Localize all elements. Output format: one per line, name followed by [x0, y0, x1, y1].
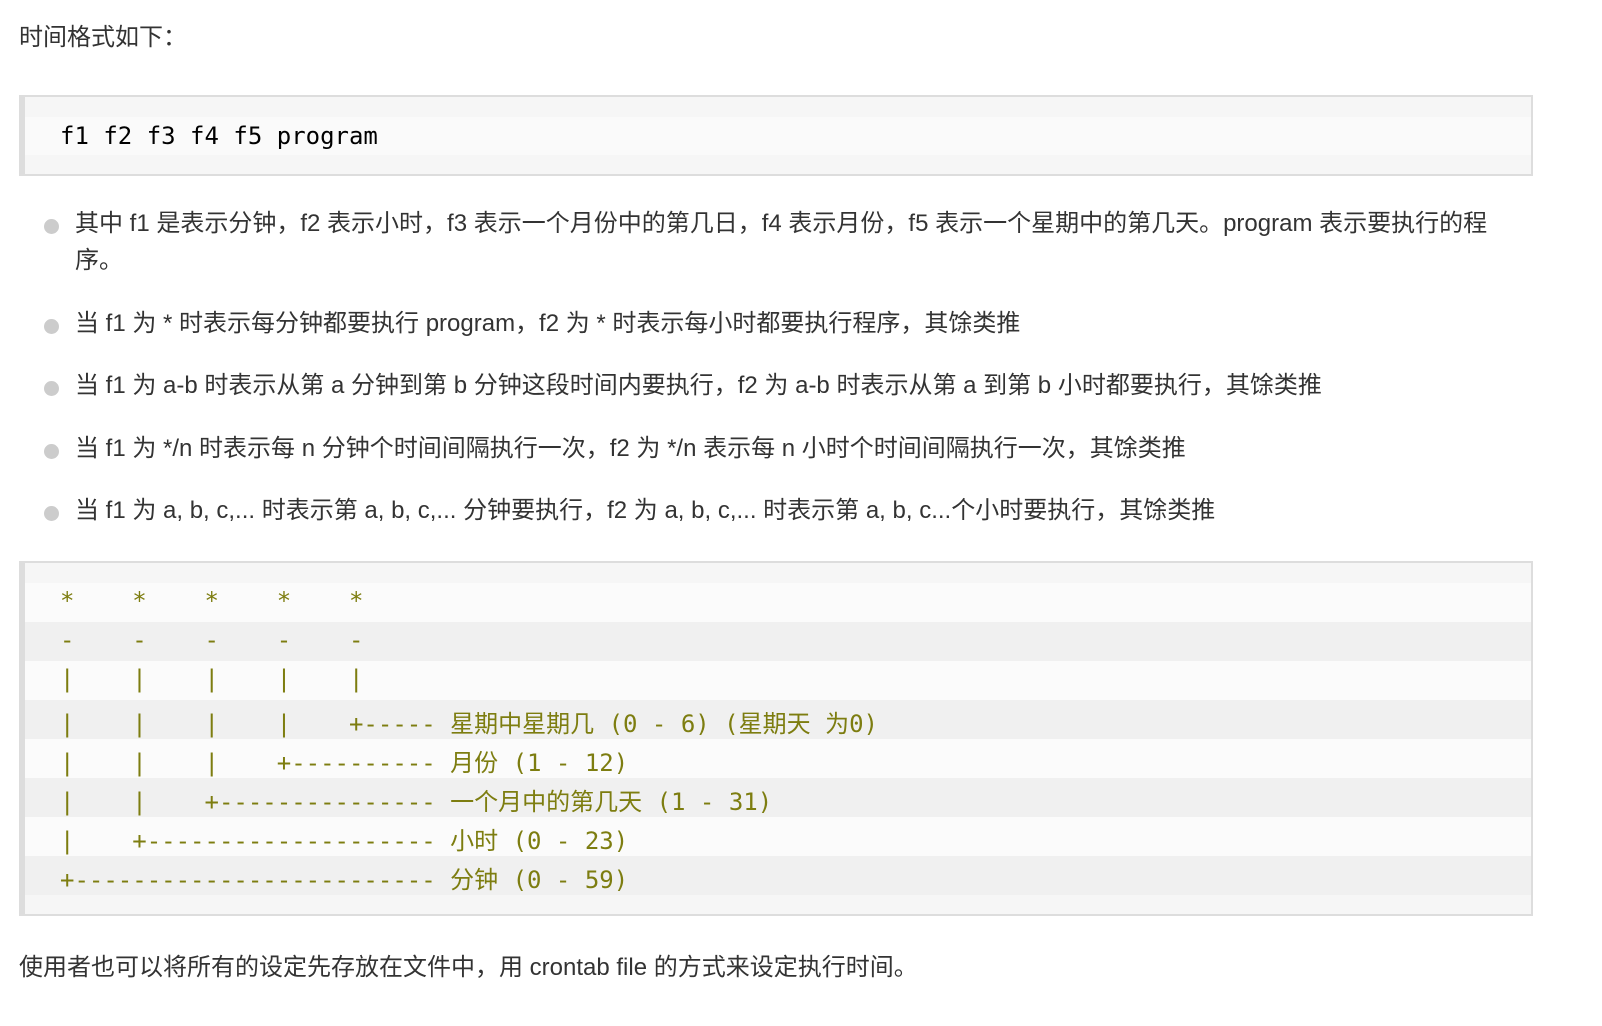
diagram-line: | | | +---------- 月份 (1 - 12): [60, 749, 629, 777]
list-item: 当 f1 为 */n 时表示每 n 分钟个时间间隔执行一次，f2 为 */n 表…: [44, 430, 1535, 467]
list-item: 当 f1 为 a, b, c,... 时表示第 a, b, c,... 分钟要执…: [44, 492, 1535, 529]
list-item-text: 当 f1 为 a-b 时表示从第 a 分钟到第 b 分钟这段时间内要执行，f2 …: [75, 372, 1322, 399]
list-item-text: 其中 f1 是表示分钟，f2 表示小时，f3 表示一个月份中的第几日，f4 表示…: [75, 210, 1488, 274]
code-block-format: f1 f2 f3 f4 f5 program: [19, 95, 1533, 176]
diagram-row: - - - - -: [25, 622, 1531, 661]
list-item-text: 当 f1 为 */n 时表示每 n 分钟个时间间隔执行一次，f2 为 */n 表…: [75, 435, 1186, 462]
diagram-line: | | | | +----- 星期中星期几 (0 - 6) (星期天 为0): [60, 710, 878, 738]
list-item: 当 f1 为 a-b 时表示从第 a 分钟到第 b 分钟这段时间内要执行，f2 …: [44, 367, 1535, 404]
bullet-dot-icon: [44, 219, 59, 234]
list-item-text: 当 f1 为 * 时表示每分钟都要执行 program，f2 为 * 时表示每小…: [75, 310, 1021, 337]
code-block-diagram: * * * * * - - - - - | | | | | | | | | +-…: [19, 561, 1533, 916]
bullet-dot-icon: [44, 319, 59, 334]
diagram-row: | | | | |: [25, 661, 1531, 700]
diagram-line: | | | | |: [60, 665, 364, 693]
diagram-line: | | +--------------- 一个月中的第几天 (1 - 31): [60, 788, 773, 816]
diagram-row: * * * * *: [25, 583, 1531, 622]
bullet-dot-icon: [44, 444, 59, 459]
diagram-row: | +-------------------- 小时 (0 - 23): [25, 817, 1531, 856]
diagram-line: | +-------------------- 小时 (0 - 23): [60, 827, 629, 855]
diagram-row: | | | | +----- 星期中星期几 (0 - 6) (星期天 为0): [25, 700, 1531, 739]
diagram-row: | | | +---------- 月份 (1 - 12): [25, 739, 1531, 778]
diagram-line: +------------------------- 分钟 (0 - 59): [60, 866, 629, 894]
list-item: 其中 f1 是表示分钟，f2 表示小时，f3 表示一个月份中的第几日，f4 表示…: [44, 205, 1535, 279]
diagram-row: +------------------------- 分钟 (0 - 59): [25, 856, 1531, 895]
outro-text: 使用者也可以将所有的设定先存放在文件中，用 crontab file 的方式来设…: [19, 954, 918, 981]
bullet-dot-icon: [44, 506, 59, 521]
bullet-dot-icon: [44, 381, 59, 396]
diagram-line: - - - - -: [60, 626, 364, 654]
intro-text: 时间格式如下：: [19, 24, 187, 51]
list-item: 当 f1 为 * 时表示每分钟都要执行 program，f2 为 * 时表示每小…: [44, 305, 1535, 342]
diagram-row: | | +--------------- 一个月中的第几天 (1 - 31): [25, 778, 1531, 817]
list-item-text: 当 f1 为 a, b, c,... 时表示第 a, b, c,... 分钟要执…: [75, 497, 1216, 524]
code-line: f1 f2 f3 f4 f5 program: [60, 122, 378, 150]
diagram-line: * * * * *: [60, 587, 364, 615]
